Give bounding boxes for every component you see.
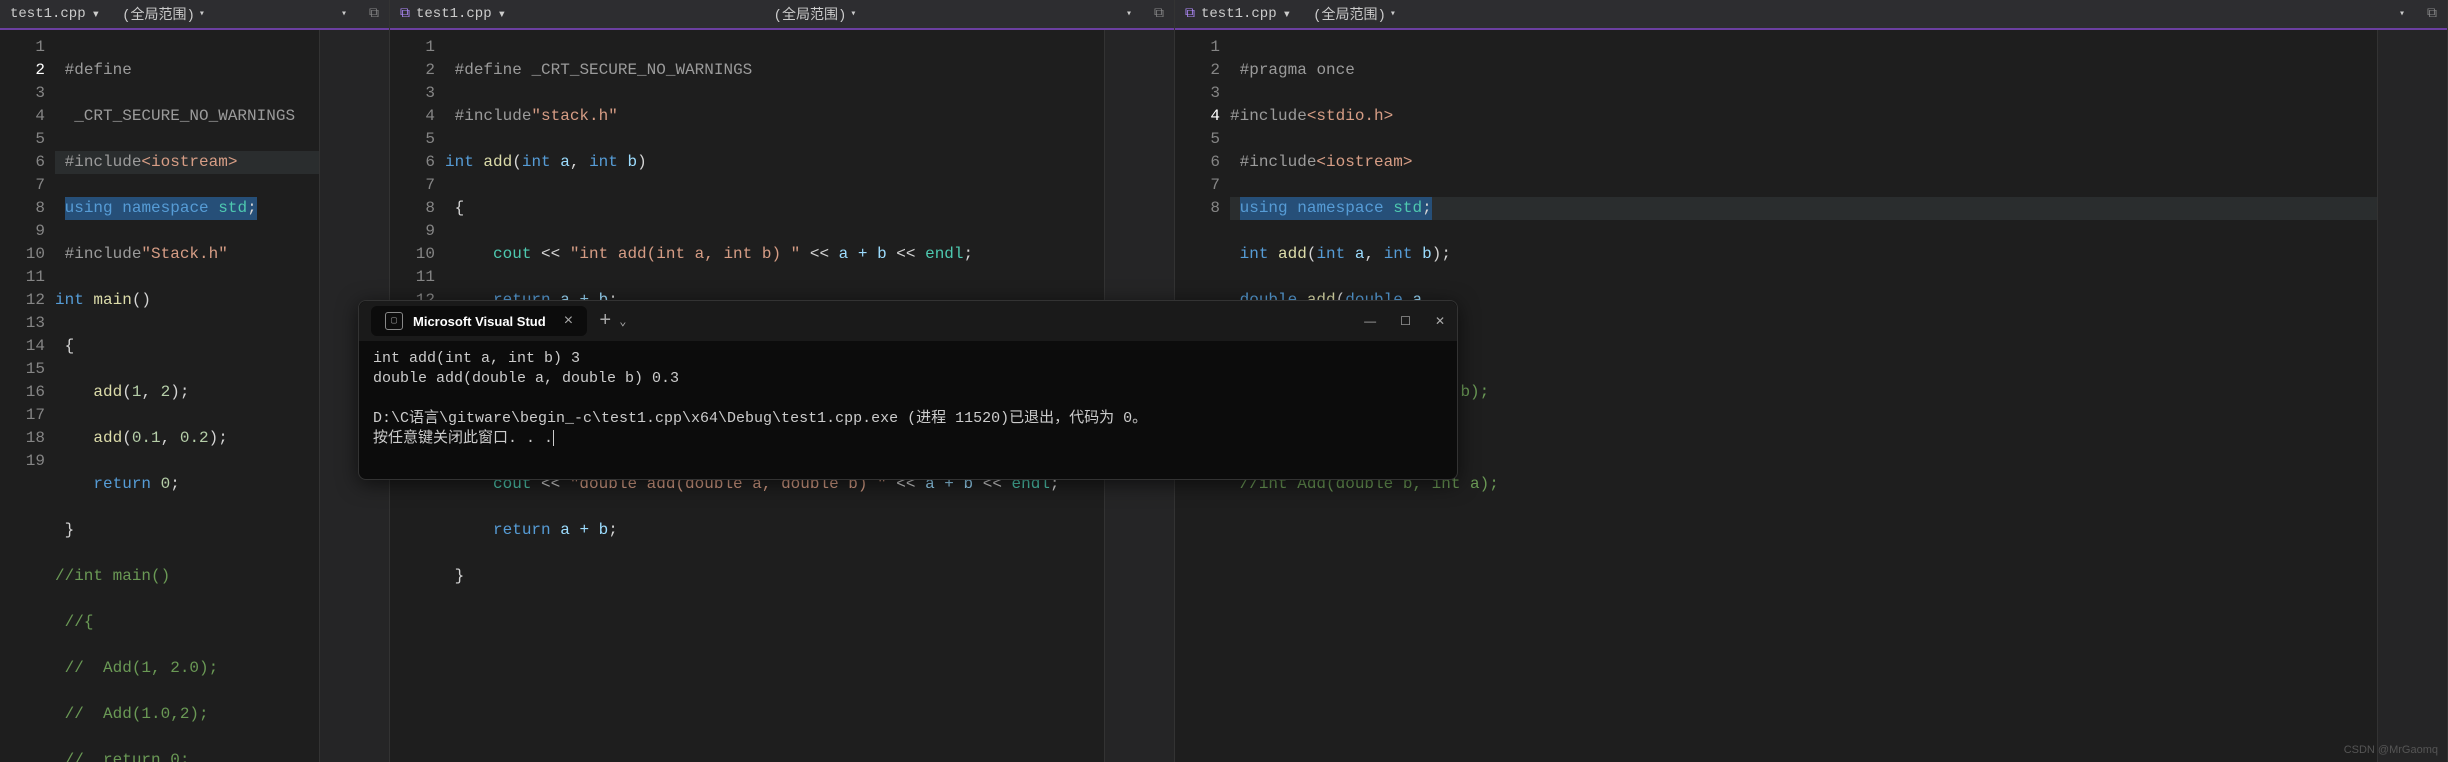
tab-bar: test1.cpp ▾ (全局范围) ▾ ▾ ⧉: [0, 0, 389, 30]
terminal-icon: ▢: [385, 312, 403, 330]
file-tab[interactable]: ⧉test1.cpp ▾: [390, 2, 516, 27]
close-icon[interactable]: ✕: [1435, 314, 1445, 328]
tab-bar: ⧉test1.cpp ▾ (全局范围) ▾ ▾ ⧉: [390, 0, 1174, 30]
minimap[interactable]: [2377, 30, 2447, 762]
split-icon[interactable]: ⧉: [2417, 6, 2447, 22]
scope-dropdown[interactable]: (全局范围) ▾: [762, 0, 869, 28]
scope-dropdown[interactable]: (全局范围) ▾: [1301, 0, 1408, 28]
close-tab-icon[interactable]: ×: [564, 312, 574, 330]
terminal-titlebar[interactable]: ▢ Microsoft Visual Stud × + ⌄ ― ☐ ✕: [359, 301, 1457, 341]
line-gutter: 12345678910111213141516171819: [0, 30, 55, 762]
minimize-icon[interactable]: ―: [1364, 314, 1376, 328]
watermark: CSDN @MrGaomq: [2344, 744, 2438, 756]
tab-menu-icon[interactable]: ⌄: [619, 314, 626, 329]
split-icon[interactable]: ⧉: [359, 6, 389, 22]
file-tab[interactable]: test1.cpp ▾: [0, 2, 110, 27]
terminal-output[interactable]: int add(int a, int b) 3 double add(doubl…: [359, 341, 1457, 457]
tab-bar: ⧉test1.cpp ▾ (全局范围) ▾ ▾ ⧉: [1175, 0, 2447, 30]
member-dropdown[interactable]: ▾: [2387, 4, 2417, 24]
scope-dropdown[interactable]: (全局范围) ▾: [110, 0, 217, 28]
new-tab-icon[interactable]: +: [599, 310, 611, 333]
editor-pane-1: test1.cpp ▾ (全局范围) ▾ ▾ ⧉ 123456789101112…: [0, 0, 390, 762]
code-editor[interactable]: #define _CRT_SECURE_NO_WARNINGS #include…: [55, 30, 319, 762]
file-tab[interactable]: ⧉test1.cpp ▾: [1175, 2, 1301, 27]
terminal-window: ▢ Microsoft Visual Stud × + ⌄ ― ☐ ✕ int …: [358, 300, 1458, 480]
terminal-tab[interactable]: ▢ Microsoft Visual Stud ×: [371, 306, 587, 336]
member-dropdown[interactable]: ▾: [329, 4, 359, 24]
split-icon[interactable]: ⧉: [1144, 6, 1174, 22]
member-dropdown[interactable]: ▾: [1114, 4, 1144, 24]
maximize-icon[interactable]: ☐: [1400, 314, 1411, 328]
terminal-title: Microsoft Visual Stud: [413, 314, 546, 329]
